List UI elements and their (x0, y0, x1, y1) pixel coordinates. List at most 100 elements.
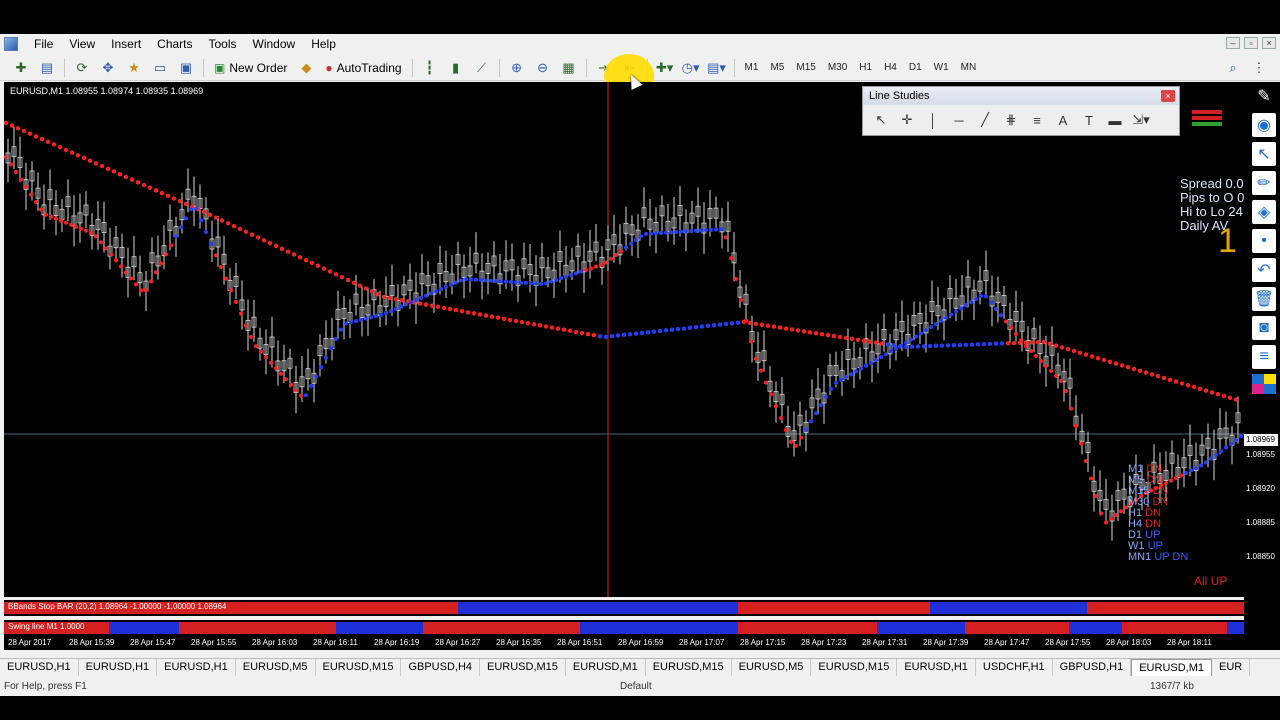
indicator-bar (632, 602, 651, 614)
chart-tab[interactable]: EURUSD,M1 (566, 659, 646, 676)
menu-insert[interactable]: Insert (103, 34, 149, 54)
chart-tab[interactable]: EURUSD,M15 (480, 659, 566, 676)
search-icon[interactable]: ⌕ (1222, 57, 1244, 79)
text-icon[interactable]: A (1053, 110, 1073, 130)
terminal-icon[interactable]: ▭ (149, 57, 171, 79)
timeframe-m1[interactable]: M1 (739, 62, 765, 73)
indicator-bar (510, 602, 529, 614)
trash-icon[interactable]: 🗑 (1252, 287, 1276, 311)
chart-tab[interactable]: EURUSD,M5 (732, 659, 812, 676)
minimize-icon[interactable]: – (1226, 37, 1240, 49)
timeframe-h1[interactable]: H1 (853, 62, 878, 73)
chart-tab[interactable]: EURUSD,M15 (646, 659, 732, 676)
timeframe-d1[interactable]: D1 (903, 62, 928, 73)
timeframe-m30[interactable]: M30 (822, 62, 853, 73)
indicator-bar (720, 602, 738, 614)
timeframe-m5[interactable]: M5 (764, 62, 790, 73)
line-chart-icon[interactable]: ⟋ (471, 57, 493, 79)
signal-box (1192, 116, 1222, 120)
menu-charts[interactable]: Charts (149, 34, 200, 54)
restore-icon[interactable]: ▫ (1244, 37, 1258, 49)
new-order-button[interactable]: ▣ New Order (208, 57, 293, 79)
tile-windows-icon[interactable]: ▦ (558, 57, 580, 79)
pointer-icon[interactable]: ↖ (871, 110, 891, 130)
indicator-bar (667, 602, 686, 614)
chart-tab[interactable]: EURUSD,H1 (897, 659, 976, 676)
chart-tab[interactable]: EURUSD,M15 (316, 659, 402, 676)
pencil-icon[interactable]: ✏ (1252, 171, 1276, 195)
chart-tab[interactable]: EURUSD,H1 (157, 659, 236, 676)
timeframe-w1[interactable]: W1 (928, 62, 955, 73)
crosshair-icon[interactable]: ✛ (897, 110, 917, 130)
close-icon[interactable]: × (1262, 37, 1276, 49)
brush-icon[interactable]: ✎ (1252, 84, 1276, 108)
zoom-in-icon[interactable]: ⊕ (506, 57, 528, 79)
trendline-icon[interactable]: ╱ (975, 110, 995, 130)
horizontal-line-icon[interactable]: ─ (949, 110, 969, 130)
list-icon[interactable]: ≡ (1252, 345, 1276, 369)
candlestick-icon[interactable]: ▮ (445, 57, 467, 79)
chart-tab[interactable]: EURUSD,M1 (1131, 659, 1213, 676)
undo-icon[interactable]: ↶ (1252, 258, 1276, 282)
data-window-icon[interactable]: ✥ (97, 57, 119, 79)
bar-chart-icon[interactable]: ┇ (419, 57, 441, 79)
camera-icon[interactable]: ◙ (1252, 316, 1276, 340)
rectangle-icon[interactable]: ▬ (1105, 110, 1125, 130)
menu-help[interactable]: Help (303, 34, 344, 54)
slow-average-dot (309, 260, 315, 266)
fast-average-dot (109, 252, 113, 257)
chart-tab[interactable]: EURUSD,H1 (79, 659, 158, 676)
fast-average-dot (739, 297, 743, 302)
timeframe-m15[interactable]: M15 (790, 62, 821, 73)
profiles-icon[interactable]: ▤ (36, 57, 58, 79)
chart-tab[interactable]: EUR (1212, 659, 1251, 676)
timeframe-mn[interactable]: MN (955, 62, 983, 73)
line-studies-title-bar[interactable]: Line Studies × (863, 87, 1179, 105)
eye-icon[interactable]: ◉ (1252, 113, 1276, 137)
periods-icon[interactable]: ◷▾ (680, 57, 702, 79)
signal-box (1192, 122, 1222, 126)
arrows-icon[interactable]: ⇲▾ (1131, 110, 1151, 130)
metaeditor-icon[interactable]: ◆ (295, 57, 317, 79)
chart-tab[interactable]: USDCHF,H1 (976, 659, 1053, 676)
autotrading-button[interactable]: ● AutoTrading (319, 57, 407, 79)
indicator-bar (475, 622, 494, 634)
eraser-icon[interactable]: ◈ (1252, 200, 1276, 224)
menu-tools[interactable]: Tools (201, 34, 245, 54)
navigator-icon[interactable]: ★ (123, 57, 145, 79)
indicators-icon[interactable]: ✚▾ (654, 57, 676, 79)
dot-icon[interactable]: • (1252, 229, 1276, 253)
indicator-bar (248, 622, 267, 634)
menu-file[interactable]: File (26, 34, 61, 54)
fibonacci-icon[interactable]: ⋕ (1001, 110, 1021, 130)
zoom-out-icon[interactable]: ⊖ (532, 57, 554, 79)
fast-average-dot (839, 378, 843, 382)
indicator-pane-bbands[interactable]: BBands Stop BAR (20,2) 1.08964 -1.00000 … (4, 600, 1244, 616)
chart-tab[interactable]: GBPUSD,H1 (1053, 659, 1132, 676)
chart-tab[interactable]: EURUSD,M5 (236, 659, 316, 676)
cursor-icon[interactable]: ↖ (1252, 142, 1276, 166)
price-chart[interactable]: EURUSD,M1 1.08955 1.08974 1.08935 1.0896… (4, 82, 1244, 597)
menu-grid-icon[interactable]: ⋮ (1248, 57, 1270, 79)
channel-icon[interactable]: ≡ (1027, 110, 1047, 130)
menu-view[interactable]: View (61, 34, 103, 54)
close-icon[interactable]: × (1161, 90, 1175, 102)
indicator-pane-swing[interactable]: Swing line M1 1.0000 (4, 620, 1244, 636)
fast-average-dot (514, 280, 518, 285)
new-chart-icon[interactable]: ✚ (10, 57, 32, 79)
vertical-line-icon[interactable]: │ (923, 110, 943, 130)
time-label: 28 Apr 16:27 (435, 638, 481, 647)
indicator-bar (1034, 602, 1053, 614)
color-palette-icon[interactable] (1252, 374, 1276, 394)
fast-average-dot (219, 265, 223, 269)
timeframe-h4[interactable]: H4 (878, 62, 903, 73)
menu-window[interactable]: Window (245, 34, 304, 54)
templates-icon[interactable]: ▤▾ (706, 57, 728, 79)
chart-tab[interactable]: GBPUSD,H4 (401, 659, 481, 676)
toolbar-separator (498, 58, 500, 77)
chart-tab[interactable]: EURUSD,H1 (0, 659, 79, 676)
strategy-tester-icon[interactable]: ▣ (175, 57, 197, 79)
market-watch-icon[interactable]: ⟳ (71, 57, 93, 79)
chart-tab[interactable]: EURUSD,M15 (811, 659, 898, 676)
text-label-icon[interactable]: T (1079, 110, 1099, 130)
